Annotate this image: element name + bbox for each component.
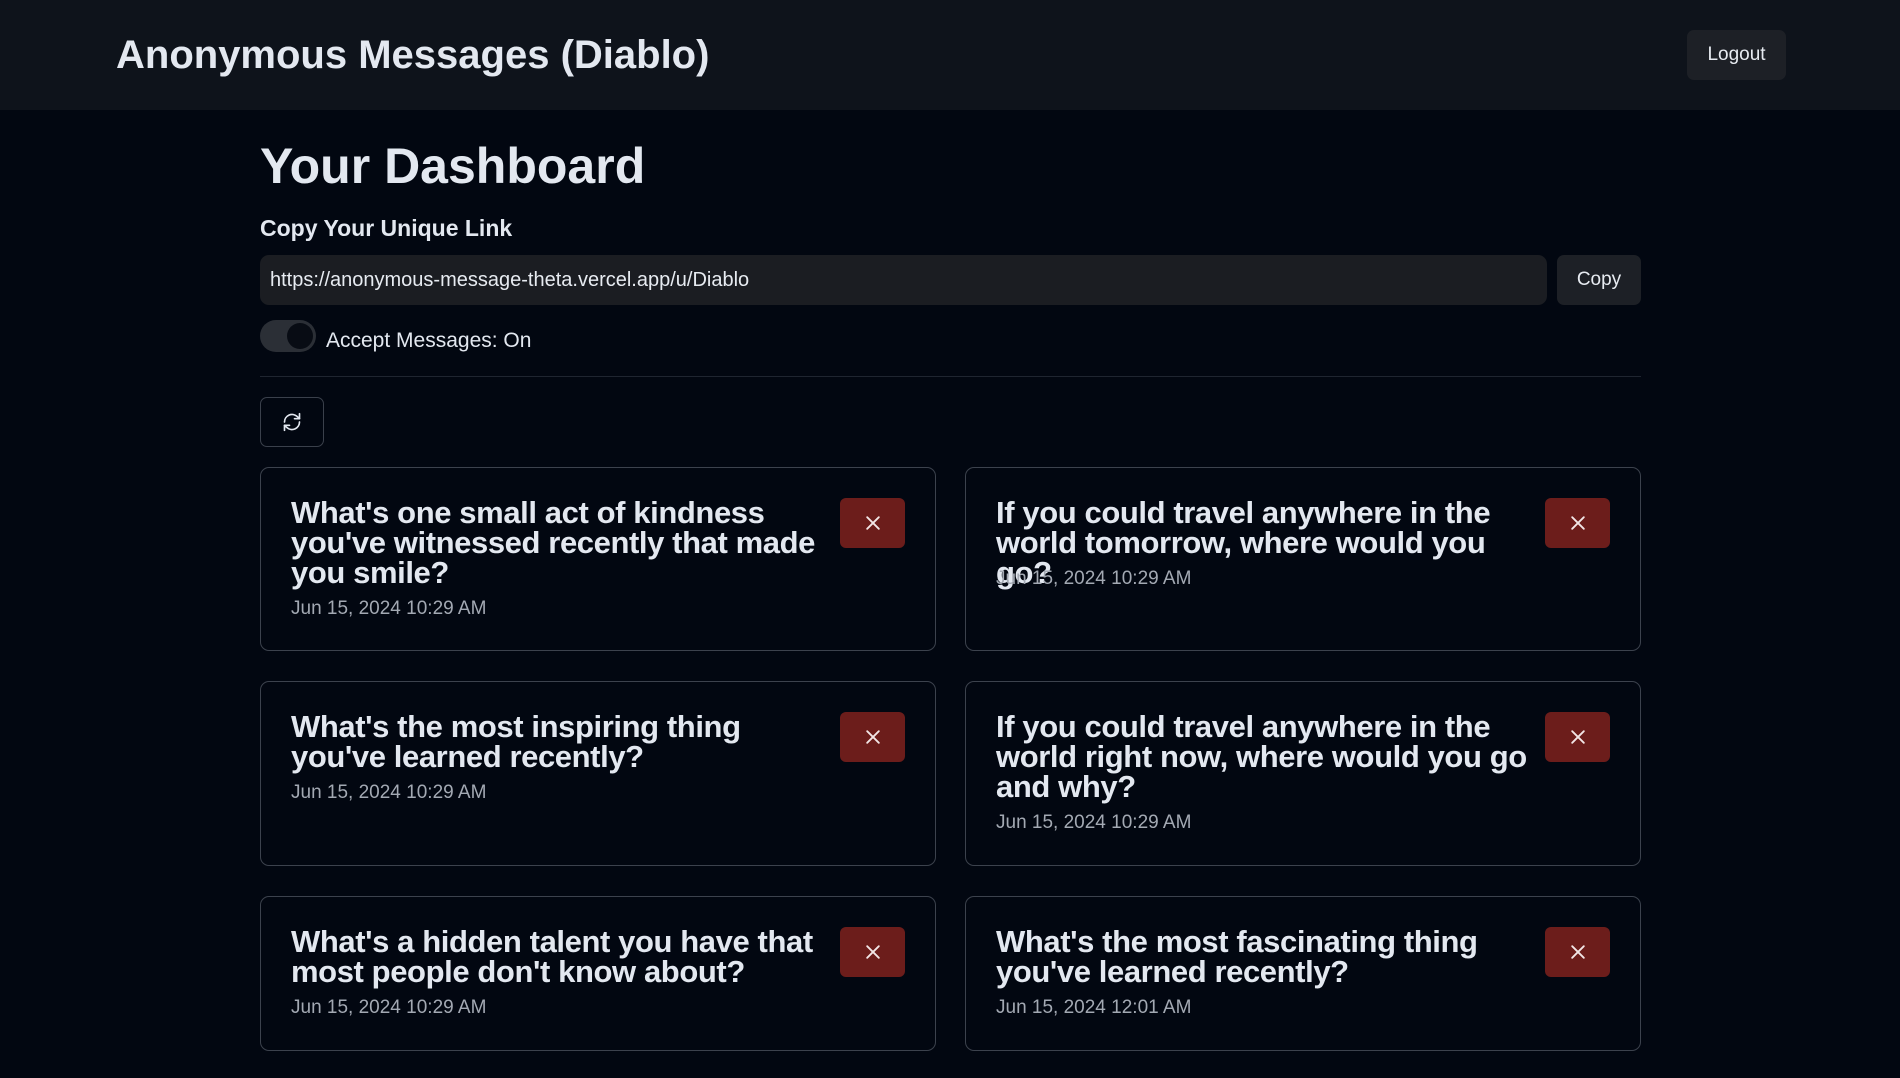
section-divider (260, 376, 1641, 377)
delete-message-button[interactable] (1545, 927, 1610, 977)
message-date: Jun 15, 2024 10:29 AM (996, 568, 1192, 589)
copy-link-button[interactable]: Copy (1557, 255, 1641, 305)
message-content: What's the most inspiring thing you've l… (291, 709, 741, 774)
message-card: If you could travel anywhere in the worl… (965, 681, 1641, 866)
message-content: If you could travel anywhere in the worl… (996, 709, 1527, 804)
page-title: Your Dashboard (260, 138, 646, 194)
refresh-icon (283, 412, 301, 432)
unique-link-heading: Copy Your Unique Link (260, 215, 513, 241)
app-title: Anonymous Messages (Diablo) (116, 33, 710, 77)
close-icon (1570, 730, 1585, 744)
delete-message-button[interactable] (840, 712, 905, 762)
message-card: What's a hidden talent you have that mos… (260, 896, 936, 1051)
close-icon (865, 516, 880, 530)
message-content: What's the most fascinating thing you've… (996, 924, 1478, 989)
message-card: What's one small act of kindness you've … (260, 467, 936, 651)
message-date: Jun 15, 2024 10:29 AM (291, 598, 487, 619)
message-card: What's the most inspiring thing you've l… (260, 681, 936, 866)
top-navbar: Anonymous Messages (Diablo) Logout (0, 0, 1900, 110)
close-icon (1570, 945, 1585, 959)
close-icon (865, 730, 880, 744)
message-date: Jun 15, 2024 10:29 AM (291, 997, 487, 1018)
message-content: What's a hidden talent you have that mos… (291, 924, 813, 989)
message-date: Jun 15, 2024 10:29 AM (291, 782, 487, 803)
logout-button[interactable]: Logout (1687, 30, 1786, 80)
delete-message-button[interactable] (1545, 712, 1610, 762)
refresh-messages-button[interactable] (260, 397, 324, 447)
message-date: Jun 15, 2024 10:29 AM (996, 812, 1192, 833)
accept-messages-label: Accept Messages: On (326, 329, 532, 352)
message-card: What's the most fascinating thing you've… (965, 896, 1641, 1051)
delete-message-button[interactable] (840, 927, 905, 977)
message-card: If you could travel anywhere in the worl… (965, 467, 1641, 651)
close-icon (1570, 516, 1585, 530)
close-icon (865, 945, 880, 959)
switch-thumb (287, 323, 313, 349)
unique-link-input[interactable] (260, 255, 1547, 305)
delete-message-button[interactable] (1545, 498, 1610, 548)
accept-messages-switch[interactable] (260, 320, 316, 352)
delete-message-button[interactable] (840, 498, 905, 548)
message-date: Jun 15, 2024 12:01 AM (996, 997, 1192, 1018)
message-content: What's one small act of kindness you've … (291, 495, 816, 590)
